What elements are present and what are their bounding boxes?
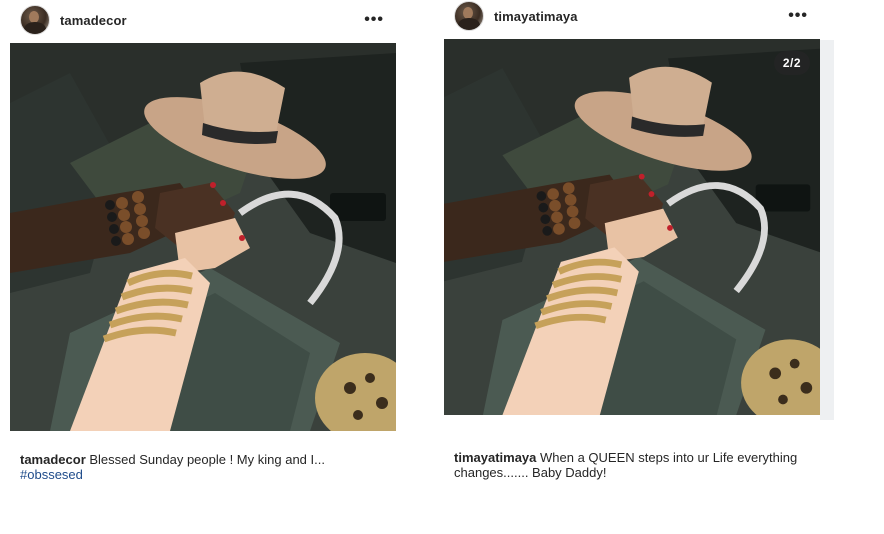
instagram-post-left: tamadecor ••• tamadecor Blessed Sunday p…: [10, 0, 396, 490]
username-link[interactable]: timayatimaya: [494, 9, 578, 24]
post-header: tamadecor •••: [20, 2, 406, 38]
post-photo[interactable]: 2/2: [444, 39, 820, 415]
post-caption: tamadecor Blessed Sunday people ! My kin…: [20, 452, 390, 482]
caption-username[interactable]: timayatimaya: [454, 450, 536, 465]
instagram-post-right: timayatimaya ••• 2/2 timayatimaya When a…: [444, 0, 820, 490]
more-options-button[interactable]: •••: [788, 7, 808, 25]
car-interior-photo: [444, 39, 820, 415]
carousel-counter-badge: 2/2: [773, 51, 810, 75]
more-options-button[interactable]: •••: [364, 11, 384, 29]
avatar[interactable]: [20, 5, 50, 35]
post-photo[interactable]: [10, 43, 396, 431]
avatar-shoulders: [24, 22, 46, 34]
post-caption: timayatimaya When a QUEEN steps into ur …: [454, 450, 814, 480]
username-link[interactable]: tamadecor: [60, 13, 127, 28]
post-header: timayatimaya •••: [454, 0, 830, 34]
hashtag-link[interactable]: #obssesed: [20, 467, 390, 482]
avatar[interactable]: [454, 1, 484, 31]
caption-username[interactable]: tamadecor: [20, 452, 86, 467]
car-interior-photo: [10, 43, 396, 431]
avatar-shoulders: [458, 18, 480, 30]
caption-text: Blessed Sunday people ! My king and I...: [89, 452, 325, 467]
right-edge-strip: [820, 40, 834, 420]
screenshot-collage: tamadecor ••• tamadecor Blessed Sunday p…: [0, 0, 884, 534]
